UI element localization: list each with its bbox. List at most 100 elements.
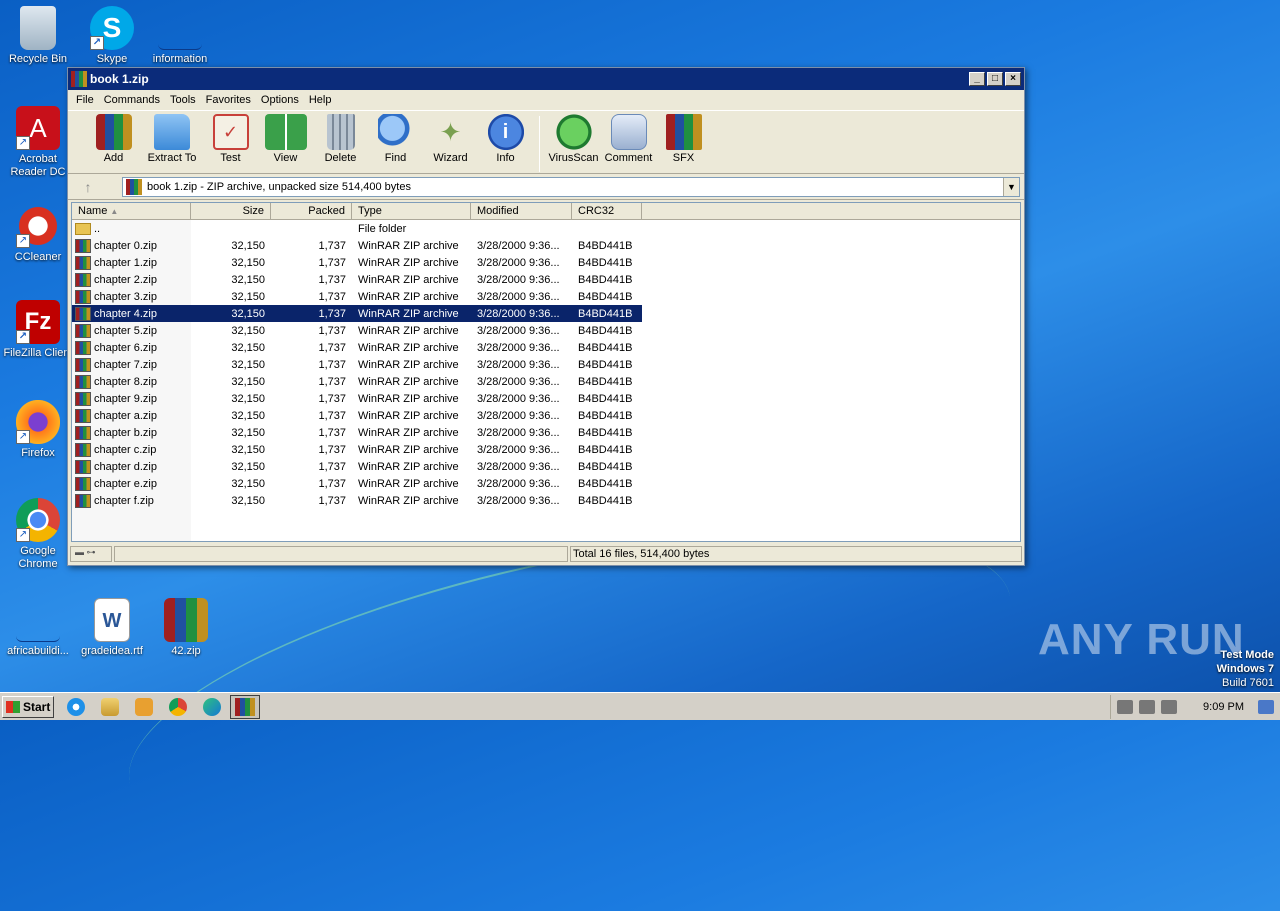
start-button[interactable]: Start <box>2 695 54 718</box>
window-titlebar[interactable]: book 1.zip _ □ × <box>68 68 1024 90</box>
desktop-icon-42zip[interactable]: 42.zip <box>148 598 224 658</box>
menu-tools[interactable]: Tools <box>165 94 201 106</box>
shortcut-arrow-icon: ↗ <box>90 36 104 50</box>
up-arrow-icon[interactable]: ↑ <box>72 177 104 197</box>
shortcut-arrow-icon: ↗ <box>16 136 30 150</box>
column-header-packed[interactable]: Packed <box>271 203 352 219</box>
file-row[interactable]: chapter 2.zip 32,150 1,737 WinRAR ZIP archi… <box>72 271 1020 288</box>
minimize-button[interactable]: _ <box>969 72 985 86</box>
test-checklist-icon: ✓ <box>212 114 249 150</box>
show-desktop-icon[interactable] <box>1258 700 1274 714</box>
desktop-icon-chrome[interactable]: ↗ Google Chrome <box>0 498 76 571</box>
menu-options[interactable]: Options <box>256 94 304 106</box>
virusscan-button[interactable]: VirusScan <box>546 114 601 164</box>
file-crc: B4BD441B <box>578 460 633 473</box>
file-row[interactable]: chapter 0.zip 32,150 1,737 WinRAR ZIP archi… <box>72 237 1020 254</box>
menu-favorites[interactable]: Favorites <box>201 94 256 106</box>
file-row[interactable]: chapter 5.zip 32,150 1,737 WinRAR ZIP archi… <box>72 322 1020 339</box>
parent-folder-row[interactable]: .. File folder <box>72 220 1020 237</box>
file-name: chapter 6.zip <box>94 341 157 354</box>
file-row[interactable]: chapter c.zip 32,150 1,737 WinRAR ZIP archi… <box>72 441 1020 458</box>
file-row[interactable]: chapter 8.zip 32,150 1,737 WinRAR ZIP archi… <box>72 373 1020 390</box>
file-row[interactable]: chapter 1.zip 32,150 1,737 WinRAR ZIP archi… <box>72 254 1020 271</box>
taskbar: Start 9:09 PM <box>0 692 1280 720</box>
chevron-down-icon[interactable]: ▼ <box>1003 177 1019 196</box>
sfx-button[interactable]: SFX <box>656 114 711 164</box>
file-modified: 3/28/2000 9:36... <box>477 324 560 337</box>
explorer-button[interactable] <box>98 696 122 718</box>
flag-icon[interactable] <box>1161 700 1178 714</box>
file-row[interactable]: chapter 7.zip 32,150 1,737 WinRAR ZIP archi… <box>72 356 1020 373</box>
file-modified: 3/28/2000 9:36... <box>477 494 560 507</box>
column-header-modified[interactable]: Modified <box>471 203 572 219</box>
info-button[interactable]: i Info <box>478 114 533 164</box>
zip-archive-icon <box>126 178 142 195</box>
winrar-taskbar-button[interactable] <box>230 694 260 719</box>
desktop-icon-firefox[interactable]: ↗ Firefox <box>0 400 76 460</box>
network-icon[interactable] <box>1139 700 1156 714</box>
file-name-cell: chapter 4.zip <box>72 306 191 321</box>
find-button[interactable]: Find <box>368 114 423 164</box>
add-button[interactable]: Add <box>86 114 141 164</box>
maximize-button[interactable]: □ <box>987 72 1003 86</box>
desktop-icon-filezilla[interactable]: Fz ↗ FileZilla Client <box>0 300 76 360</box>
file-type: WinRAR ZIP archive <box>358 290 459 303</box>
ie-button[interactable] <box>64 696 88 718</box>
file-row[interactable]: chapter 6.zip 32,150 1,737 WinRAR ZIP archi… <box>72 339 1020 356</box>
file-row[interactable]: chapter d.zip 32,150 1,737 WinRAR ZIP archi… <box>72 458 1020 475</box>
file-type: WinRAR ZIP archive <box>358 494 459 507</box>
file-packed: 1,737 <box>318 358 346 371</box>
desktop-icon-information[interactable]: information <box>142 6 218 66</box>
file-name: .. <box>94 222 101 235</box>
file-row[interactable]: chapter 9.zip 32,150 1,737 WinRAR ZIP archi… <box>72 390 1020 407</box>
start-label: Start <box>23 699 51 714</box>
zip-archive-icon <box>75 238 91 253</box>
desktop-icon-recycle-bin[interactable]: Recycle Bin <box>0 6 76 66</box>
file-row[interactable]: chapter 4.zip 32,150 1,737 WinRAR ZIP archi… <box>72 305 642 322</box>
menu-file[interactable]: File <box>71 94 99 106</box>
file-name-cell: chapter 9.zip <box>72 391 191 406</box>
file-row[interactable]: chapter e.zip 32,150 1,737 WinRAR ZIP archi… <box>72 475 1020 492</box>
file-row[interactable]: chapter 3.zip 32,150 1,737 WinRAR ZIP archi… <box>72 288 1020 305</box>
view-button[interactable]: View <box>258 114 313 164</box>
desktop-icon-acrobat[interactable]: A ↗ Acrobat Reader DC <box>0 106 76 179</box>
menu-commands[interactable]: Commands <box>99 94 165 106</box>
menu-help[interactable]: Help <box>304 94 337 106</box>
drive-key-icon[interactable]: ▬ ⊶ <box>70 546 112 562</box>
extract-to-button[interactable]: Extract To <box>141 114 203 164</box>
column-header-size[interactable]: Size <box>191 203 271 219</box>
column-header-crc32[interactable]: CRC32 <box>572 203 642 219</box>
file-size: 32,150 <box>231 358 265 371</box>
close-button[interactable]: × <box>1005 72 1021 86</box>
edge-button[interactable] <box>200 696 224 718</box>
volume-icon[interactable] <box>1117 700 1134 714</box>
file-row[interactable]: chapter b.zip 32,150 1,737 WinRAR ZIP archi… <box>72 424 1020 441</box>
column-header-label: Name <box>78 205 108 217</box>
file-crc: B4BD441B <box>578 375 633 388</box>
file-size: 32,150 <box>231 426 265 439</box>
file-name: chapter 2.zip <box>94 273 157 286</box>
test-button[interactable]: ✓ Test <box>203 114 258 164</box>
desktop-icon-label: Recycle Bin <box>8 53 68 65</box>
delete-button[interactable]: Delete <box>313 114 368 164</box>
winrar-icon <box>164 598 208 642</box>
address-field[interactable]: book 1.zip - ZIP archive, unpacked size … <box>122 176 1020 197</box>
column-header-name[interactable]: Name ▲ <box>72 203 191 219</box>
comment-button[interactable]: Comment <box>601 114 656 164</box>
desktop-icon-gradeidea[interactable]: W gradeidea.rtf <box>74 598 150 658</box>
desktop-icon-skype[interactable]: S ↗ Skype <box>74 6 150 66</box>
virus-scan-icon <box>555 114 592 150</box>
wizard-button[interactable]: ✦ Wizard <box>423 114 478 165</box>
chrome-icon <box>169 697 187 716</box>
file-name: chapter b.zip <box>94 426 157 439</box>
test-mode-notice: Test Mode Windows 7 Build 7601 <box>1217 648 1274 690</box>
file-row[interactable]: chapter f.zip 32,150 1,737 WinRAR ZIP archi… <box>72 492 1020 509</box>
desktop-icon-ccleaner[interactable]: ↗ CCleaner <box>0 204 76 264</box>
chrome-taskbar-button[interactable] <box>166 696 190 718</box>
media-player-button[interactable] <box>132 696 156 718</box>
desktop-icon-africabuilding[interactable]: africabuildi... <box>0 598 76 658</box>
file-row[interactable]: chapter a.zip 32,150 1,737 WinRAR ZIP archi… <box>72 407 1020 424</box>
file-size: 32,150 <box>231 273 265 286</box>
column-header-type[interactable]: Type <box>352 203 471 219</box>
clock[interactable]: 9:09 PM <box>1203 701 1244 713</box>
